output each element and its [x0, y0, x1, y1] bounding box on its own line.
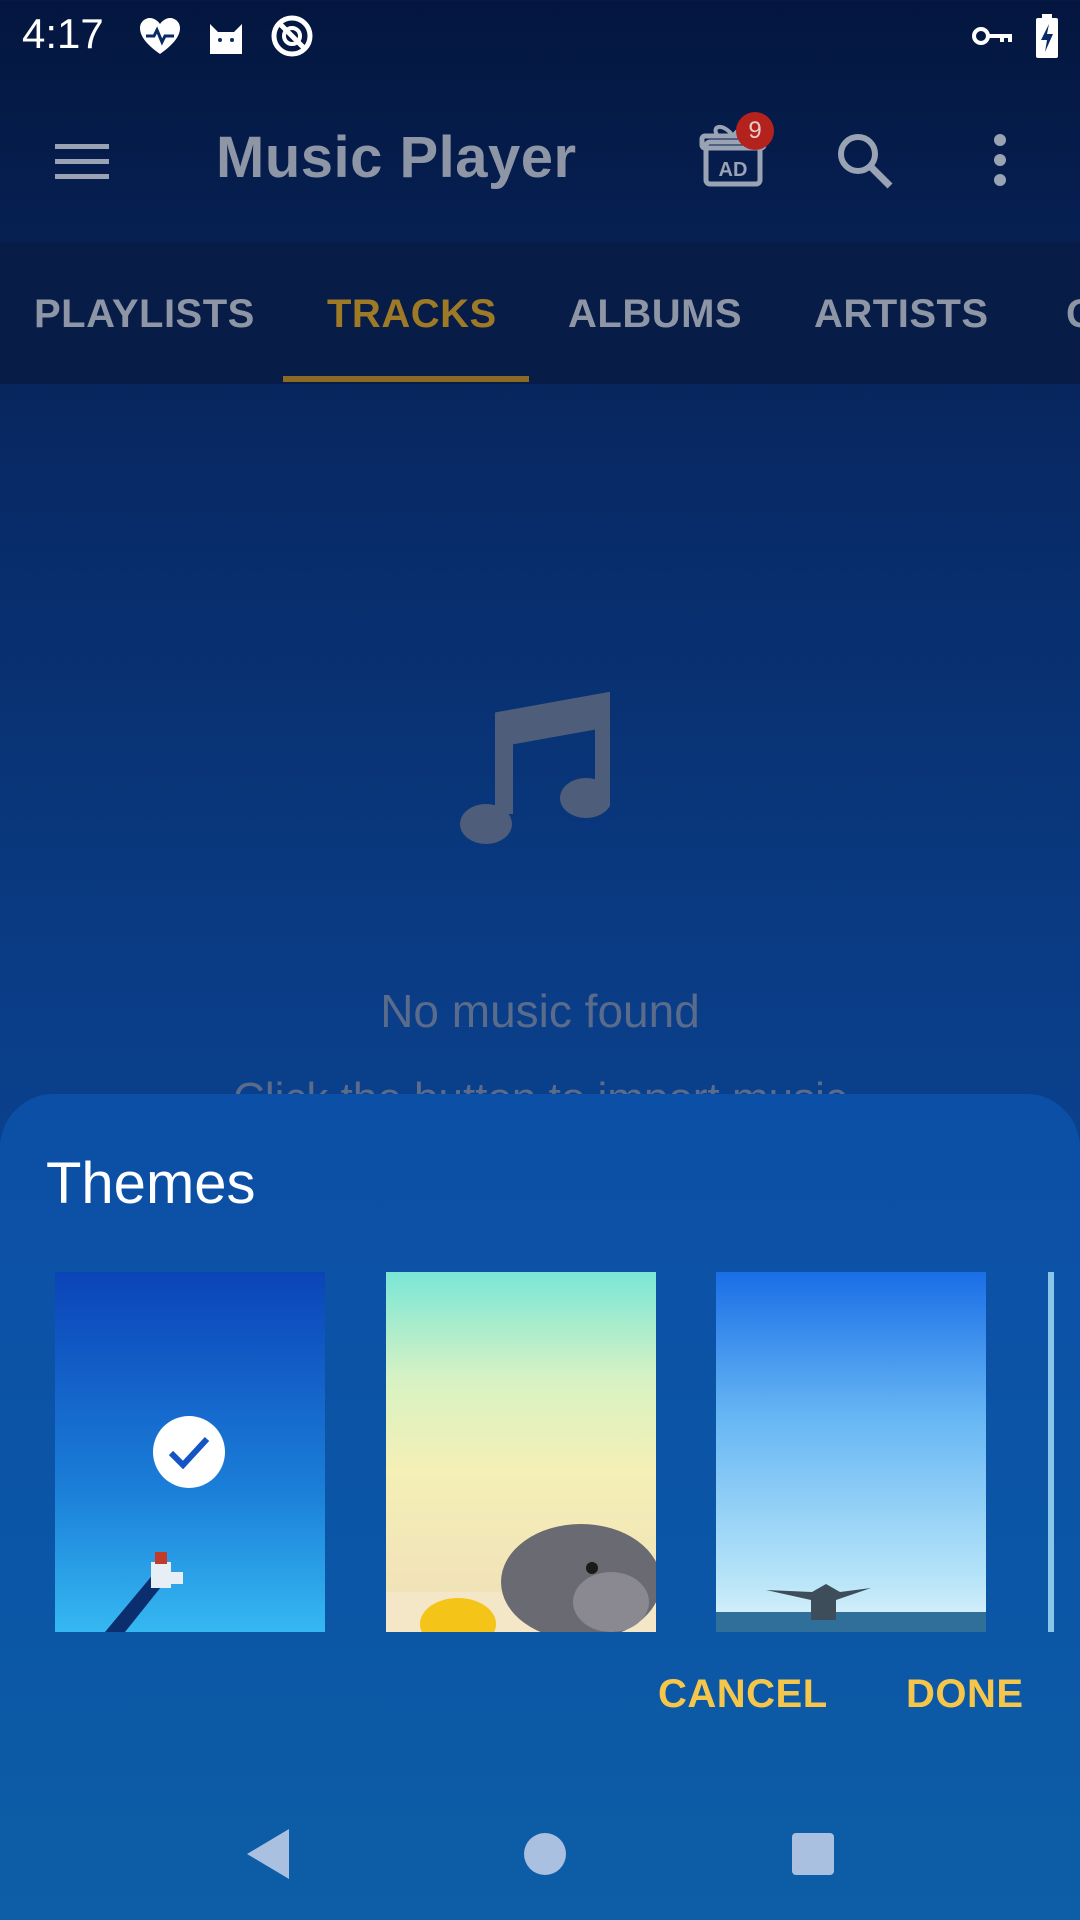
empty-title: No music found	[380, 985, 700, 1037]
tab-playlists[interactable]: PLAYLISTS	[34, 292, 255, 337]
recents-button[interactable]	[783, 1824, 843, 1884]
menu-button[interactable]	[40, 128, 126, 196]
music-note-icon	[460, 684, 613, 859]
tab-bar: PLAYLISTS TRACKS ALBUMS ARTISTS G	[0, 242, 1080, 384]
theme-list[interactable]	[0, 1272, 1080, 1632]
home-circle-icon	[524, 1833, 566, 1875]
theme-card-whale-tail[interactable]	[716, 1272, 986, 1632]
app-title: Music Player	[216, 125, 577, 190]
vpn-key-icon	[972, 24, 1012, 48]
hamburger-icon	[55, 144, 109, 179]
back-triangle-icon	[247, 1829, 289, 1879]
ad-label: AD	[719, 159, 748, 181]
status-icons-left	[138, 14, 314, 58]
system-nav-bar	[0, 1776, 1080, 1920]
theme-card-guinea-pig[interactable]	[386, 1272, 656, 1632]
cancel-button[interactable]: CANCEL	[658, 1672, 828, 1717]
guinea-pig-image	[386, 1524, 656, 1632]
recents-square-icon	[792, 1833, 834, 1875]
no-distraction-icon	[270, 14, 314, 58]
tab-albums[interactable]: ALBUMS	[568, 292, 742, 337]
sheet-actions: CANCEL DONE	[0, 1672, 1080, 1752]
status-bar: 4:17	[0, 0, 1080, 74]
cat-icon	[206, 14, 246, 58]
battery-charging-icon	[1034, 14, 1060, 58]
sheet-title: Themes	[46, 1151, 256, 1216]
tracks-content: No music found Click the button to impor…	[0, 384, 1080, 1123]
back-button[interactable]	[238, 1824, 298, 1884]
whale-tail-image	[716, 1584, 986, 1632]
search-button[interactable]	[828, 124, 900, 196]
tab-artists[interactable]: ARTISTS	[814, 292, 989, 337]
tab-partial[interactable]: G	[1066, 292, 1080, 337]
more-options-button[interactable]	[980, 124, 1020, 196]
status-icons-right	[972, 14, 1060, 58]
tab-indicator	[283, 376, 529, 382]
selected-check-icon	[153, 1416, 225, 1488]
theme-card-blue-lighthouse[interactable]	[55, 1272, 325, 1632]
ad-badge: 9	[736, 112, 774, 150]
theme-card-partial[interactable]	[1048, 1272, 1054, 1632]
heart-pulse-icon	[138, 14, 182, 58]
more-vert-icon	[994, 134, 1006, 186]
status-time: 4:17	[22, 10, 104, 57]
app-bar: Music Player AD 9	[0, 74, 1080, 242]
home-button[interactable]	[515, 1824, 575, 1884]
done-button[interactable]: DONE	[906, 1672, 1024, 1717]
search-icon	[838, 134, 893, 189]
tab-tracks[interactable]: TRACKS	[327, 292, 497, 337]
